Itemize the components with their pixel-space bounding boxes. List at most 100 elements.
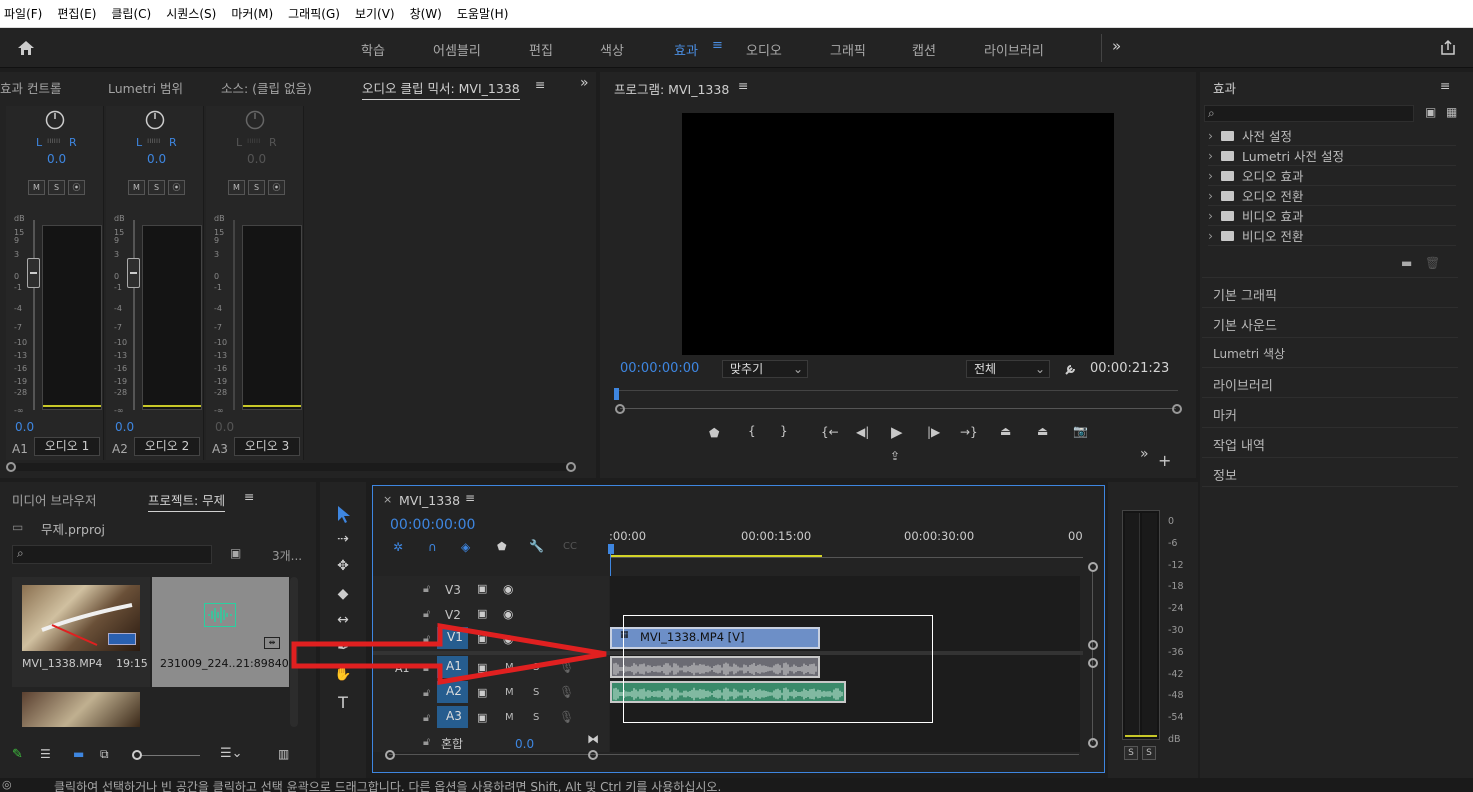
sort-icon[interactable]: ☰⌄ [220, 746, 243, 761]
panel-menu-icon[interactable]: ≡ [465, 491, 475, 505]
workspace-color[interactable]: 색상 [600, 40, 624, 59]
tab-project[interactable]: 프로젝트: 무제 [148, 490, 226, 512]
solo-button[interactable]: S [148, 180, 165, 195]
workspace-learning[interactable]: 학습 [361, 40, 385, 59]
new-bin-icon[interactable]: ▬ [1401, 256, 1412, 270]
close-tab-icon[interactable]: × [383, 493, 392, 506]
volume-fader[interactable] [27, 258, 40, 288]
channel-volume-value[interactable]: 0.0 [115, 420, 134, 434]
linked-selection-icon[interactable]: ◈ [461, 540, 470, 554]
more-workspaces-icon[interactable]: » [1112, 37, 1121, 55]
menu-window[interactable]: 창(W) [410, 5, 442, 22]
horizontal-scrollbar[interactable] [6, 462, 576, 472]
solo-track-button[interactable]: S [533, 712, 539, 723]
work-area-bar[interactable] [610, 555, 822, 557]
export-frame-icon[interactable]: 📷 [1073, 424, 1088, 438]
list-view-icon[interactable]: ☰ [40, 747, 51, 761]
add-marker-icon[interactable]: ⬟ [709, 426, 719, 440]
play-icon[interactable]: ▶ [891, 423, 903, 441]
effects-search-input[interactable]: ⌕ [1204, 105, 1414, 122]
panel-essential-sound[interactable]: 기본 사운드 [1202, 307, 1458, 337]
panel-menu-icon[interactable]: ≡ [535, 77, 545, 92]
playhead[interactable] [614, 388, 619, 400]
home-icon[interactable] [17, 40, 35, 56]
program-video-frame[interactable] [682, 113, 1114, 355]
record-button[interactable]: ⦿ [68, 180, 85, 195]
panel-menu-icon[interactable]: ≡ [244, 489, 254, 504]
timeline-timecode[interactable]: 00:00:00:00 [390, 517, 475, 533]
playhead-timecode[interactable]: 00:00:00:00 [620, 361, 699, 376]
menu-clip[interactable]: 클립(C) [111, 5, 151, 22]
panel-lumetri-color[interactable]: Lumetri 색상 [1202, 337, 1458, 367]
panel-libraries[interactable]: 라이브러리 [1202, 367, 1458, 397]
lock-icon[interactable]: 🔓︎ [423, 711, 430, 725]
ripple-edit-tool-icon[interactable]: ✥ [334, 558, 352, 576]
lock-icon[interactable]: 🔓︎ [423, 735, 430, 749]
nest-icon[interactable]: ✲ [393, 540, 403, 554]
track-target-a3[interactable]: A3 [437, 706, 468, 728]
toggle-sync-lock-icon[interactable]: ▣ [477, 582, 487, 595]
workspace-audio[interactable]: 오디오 [746, 40, 782, 59]
go-to-end-icon[interactable]: ⧓ [587, 732, 599, 746]
workspace-libraries[interactable]: 라이브러리 [984, 40, 1044, 59]
channel-volume-value[interactable]: 0.0 [15, 420, 34, 434]
vertical-scrollbar[interactable] [1085, 562, 1098, 748]
comparison-view-icon[interactable]: ⇪ [890, 449, 900, 463]
effects-tree-video-transitions[interactable]: › 비디오 전환 [1208, 226, 1456, 246]
go-to-in-icon[interactable]: {← [821, 425, 839, 439]
workspace-effects[interactable]: 효과 [674, 40, 698, 59]
panel-history[interactable]: 작업 내역 [1202, 427, 1458, 457]
selection-tool-icon[interactable] [334, 504, 352, 524]
timeline-settings-icon[interactable]: 🔧 [529, 539, 544, 553]
pan-knob-icon[interactable] [145, 110, 165, 130]
record-button[interactable]: ⦿ [168, 180, 185, 195]
mute-button[interactable]: M [28, 180, 45, 195]
tab-source[interactable]: 소스: (클립 없음) [221, 78, 312, 97]
workspace-editing[interactable]: 편집 [529, 40, 553, 59]
solo-button[interactable]: S [48, 180, 65, 195]
mute-button[interactable]: M [228, 180, 245, 195]
playback-resolution-select[interactable]: 전체 ⌄ [966, 360, 1050, 378]
delete-icon[interactable]: 🗑 [1425, 256, 1440, 270]
toggle-sync-lock-icon[interactable]: ▣ [477, 711, 487, 724]
lock-icon[interactable]: 🔓︎ [423, 582, 430, 596]
horizontal-scrollbar[interactable] [389, 754, 1079, 755]
step-back-icon[interactable]: ◀| [856, 425, 869, 439]
menu-help[interactable]: 도움말(H) [457, 5, 509, 22]
zoom-slider[interactable] [136, 755, 200, 756]
workspace-assembly[interactable]: 어셈블리 [433, 40, 481, 59]
panel-menu-icon[interactable]: ≡ [738, 78, 748, 93]
settings-wrench-icon[interactable] [1064, 362, 1078, 376]
tab-media-browser[interactable]: 미디어 브라우저 [12, 490, 96, 509]
zoom-scrollbar[interactable] [620, 408, 1176, 409]
tab-lumetri-scopes[interactable]: Lumetri 범위 [108, 78, 183, 97]
mute-button[interactable]: M [128, 180, 145, 195]
menu-edit[interactable]: 편집(E) [57, 5, 96, 22]
volume-fader[interactable] [127, 258, 140, 288]
snap-icon[interactable]: ∩ [428, 540, 437, 554]
timeline-tab[interactable]: MVI_1338 [399, 493, 460, 508]
mark-out-icon[interactable]: } [780, 424, 788, 438]
track-select-tool-icon[interactable]: ⇢ [334, 531, 352, 549]
mute-track-button[interactable]: M [505, 712, 514, 723]
track-label-v3[interactable]: V3 [445, 583, 461, 597]
solo-left-button[interactable]: S [1124, 746, 1138, 760]
solo-right-button[interactable]: S [1142, 746, 1156, 760]
zoom-level-select[interactable]: 맞추기 ⌄ [722, 360, 808, 378]
effects-panel-title[interactable]: 효과 [1213, 78, 1236, 97]
solo-button[interactable]: S [248, 180, 265, 195]
effects-tree-lumetri-presets[interactable]: › Lumetri 사전 설정 [1208, 146, 1456, 166]
mark-in-icon[interactable]: { [748, 424, 756, 438]
menu-graphics[interactable]: 그래픽(G) [288, 5, 340, 22]
effects-tree-audio-transitions[interactable]: › 오디오 전환 [1208, 186, 1456, 206]
pencil-icon[interactable]: ✎ [12, 747, 23, 762]
razor-tool-icon[interactable]: ◆ [334, 586, 352, 604]
tab-effect-controls[interactable]: 효과 컨트롤 [0, 78, 61, 97]
captions-icon[interactable]: CC [563, 541, 577, 552]
button-editor-icon[interactable]: + [1158, 451, 1171, 470]
panel-markers[interactable]: 마커 [1202, 397, 1458, 427]
share-icon[interactable] [1440, 39, 1456, 55]
menu-sequence[interactable]: 시퀀스(S) [166, 5, 216, 22]
workspace-captions[interactable]: 캡션 [912, 40, 936, 59]
project-item-audio[interactable]: ⇹ 231009_224... 21:89840 [152, 577, 289, 687]
